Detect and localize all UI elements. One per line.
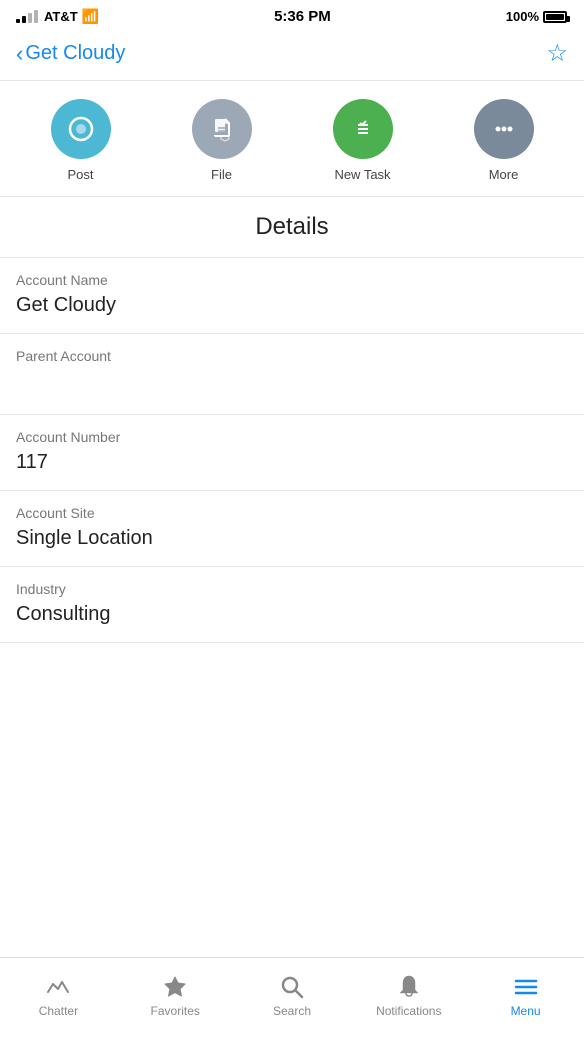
field-value-1: [16, 370, 568, 398]
action-item-file[interactable]: File: [192, 99, 252, 182]
tab-bar: Chatter Favorites Search Notifications M…: [0, 957, 584, 1037]
action-label-more: More: [489, 167, 519, 182]
tab-chatter[interactable]: Chatter: [0, 974, 117, 1018]
tab-search-label: Search: [273, 1004, 311, 1018]
tab-notifications[interactable]: Notifications: [350, 974, 467, 1018]
status-right: 100%: [506, 9, 568, 24]
status-bar: AT&T 📶 5:36 PM 100%: [0, 0, 584, 31]
carrier-label: AT&T: [44, 9, 78, 24]
action-label-task: New Task: [334, 167, 390, 182]
signal-bars-icon: [16, 10, 38, 23]
field-value-4: Consulting: [16, 603, 568, 626]
wifi-icon: 📶: [82, 8, 99, 25]
action-label-post: Post: [67, 167, 93, 182]
fields-container: Account Name Get Cloudy Parent Account Acco…: [0, 258, 584, 643]
action-label-file: File: [211, 167, 232, 182]
more-icon: [490, 115, 518, 143]
action-item-more[interactable]: More: [474, 99, 534, 182]
field-value-0: Get Cloudy: [16, 294, 568, 317]
back-label: Get Cloudy: [25, 42, 125, 65]
tab-favorites[interactable]: Favorites: [117, 974, 234, 1018]
tab-menu-label: Menu: [511, 1004, 541, 1018]
battery-percent: 100%: [506, 9, 539, 24]
field-label-4: Industry: [16, 581, 568, 597]
tab-notifications-label: Notifications: [376, 1004, 441, 1018]
status-left: AT&T 📶: [16, 8, 99, 25]
action-item-task[interactable]: New Task: [333, 99, 393, 182]
tab-menu[interactable]: Menu: [467, 974, 584, 1018]
action-circle-post: [51, 99, 111, 159]
field-label-2: Account Number: [16, 429, 568, 445]
action-circle-more: [474, 99, 534, 159]
notifications-icon: [396, 974, 422, 1000]
chatter-icon: [45, 974, 71, 1000]
action-item-post[interactable]: Post: [51, 99, 111, 182]
field-value-3: Single Location: [16, 527, 568, 550]
field-row-2: Account Number 117: [0, 415, 584, 491]
field-row-3: Account Site Single Location: [0, 491, 584, 567]
bookmark-icon[interactable]: ☆: [546, 39, 568, 68]
favorites-icon: [162, 974, 188, 1000]
action-circle-file: [192, 99, 252, 159]
field-label-3: Account Site: [16, 505, 568, 521]
details-header: Details: [0, 197, 584, 258]
battery-icon: [543, 11, 568, 23]
file-icon: [208, 115, 236, 143]
search-icon: [279, 974, 305, 1000]
back-chevron-icon: ‹: [16, 41, 23, 67]
post-icon: [67, 115, 95, 143]
menu-icon: [513, 974, 539, 1000]
field-label-1: Parent Account: [16, 348, 568, 364]
status-time: 5:36 PM: [274, 8, 331, 25]
header: ‹ Get Cloudy ☆: [0, 31, 584, 81]
field-row-1: Parent Account: [0, 334, 584, 415]
back-button[interactable]: ‹ Get Cloudy: [16, 41, 125, 67]
action-row: Post File New Task: [0, 81, 584, 197]
field-value-2: 117: [16, 451, 568, 474]
action-circle-task: [333, 99, 393, 159]
tab-chatter-label: Chatter: [39, 1004, 78, 1018]
new-task-icon: [349, 115, 377, 143]
tab-search[interactable]: Search: [234, 974, 351, 1018]
field-row-0: Account Name Get Cloudy: [0, 258, 584, 334]
field-label-0: Account Name: [16, 272, 568, 288]
tab-favorites-label: Favorites: [151, 1004, 200, 1018]
field-row-4: Industry Consulting: [0, 567, 584, 643]
